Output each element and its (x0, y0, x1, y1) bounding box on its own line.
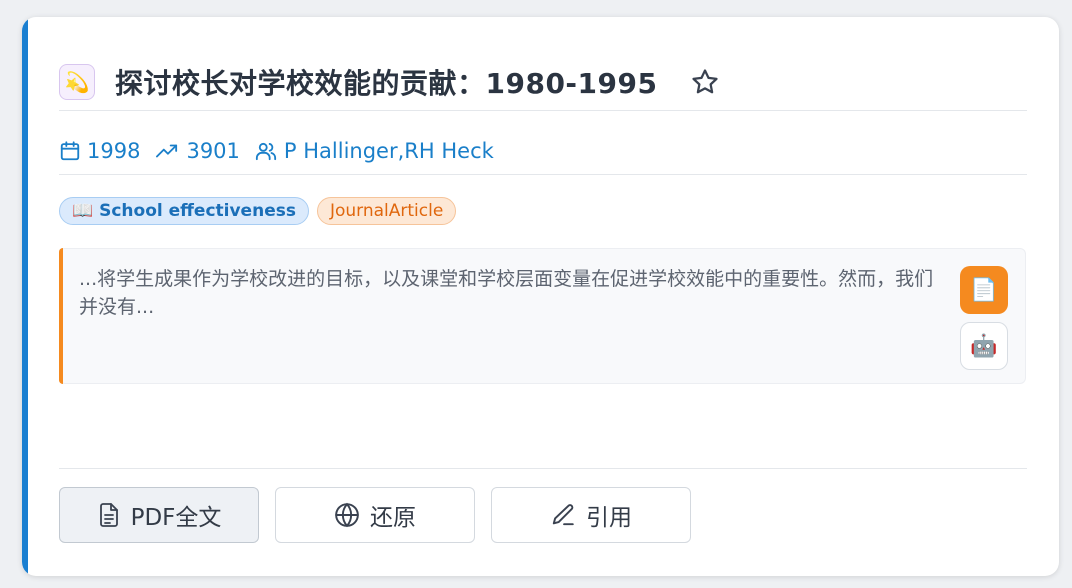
paper-title[interactable]: 探讨校长对学校效能的贡献：1980-1995 (115, 62, 657, 102)
pdf-fulltext-button[interactable]: PDF全文 (59, 487, 259, 543)
action-bar: PDF全文 还原 引用 (59, 487, 707, 543)
restore-label: 还原 (370, 505, 416, 531)
view-document-button[interactable]: 📄 (960, 266, 1008, 314)
author-link[interactable]: RH Heck (404, 139, 493, 163)
type-tag[interactable]: JournalArticle (316, 197, 457, 225)
citations-meta: 3901 (154, 139, 240, 163)
abstract-box: ...将学生成果作为学校改进的目标，以及课堂和学校层面变量在促进学校效能中的重要… (59, 248, 1026, 384)
tags-row: 📖 School effectiveness JournalArticle (59, 197, 457, 225)
file-text-icon (99, 503, 118, 527)
trending-up-icon (156, 144, 178, 158)
title-row: 💫 探讨校长对学校效能的贡献：1980-1995 (59, 53, 1027, 111)
author-link[interactable]: P Hallinger (284, 139, 398, 163)
title-divider (59, 110, 1027, 111)
cite-label: 引用 (586, 505, 632, 531)
meta-divider (59, 174, 1027, 175)
cite-button[interactable]: 引用 (491, 487, 691, 543)
paper-card: 💫 探讨校长对学校效能的贡献：1980-1995 1998 3901 P Hal… (22, 17, 1059, 576)
globe-icon (335, 502, 359, 528)
actions-divider (59, 468, 1027, 469)
abstract-text: ...将学生成果作为学校改进的目标，以及课堂和学校层面变量在促进学校效能中的重要… (79, 268, 934, 318)
favorite-button[interactable] (689, 66, 721, 98)
year-meta: 1998 (59, 139, 140, 163)
meta-row: 1998 3901 P Hallinger, RH Heck (59, 139, 494, 163)
sparkle-icon: 💫 (59, 64, 95, 100)
pencil-icon (552, 504, 574, 526)
ai-assistant-button[interactable]: 🤖 (960, 322, 1008, 370)
topic-tag[interactable]: 📖 School effectiveness (59, 197, 309, 225)
restore-button[interactable]: 还原 (275, 487, 475, 543)
robot-icon: 🤖 (970, 333, 998, 359)
authors-meta: P Hallinger, RH Heck (254, 139, 494, 163)
pdf-fulltext-label: PDF全文 (130, 505, 222, 531)
users-icon (255, 142, 276, 161)
document-icon: 📄 (970, 277, 998, 303)
citations-value: 3901 (186, 139, 240, 163)
year-value: 1998 (87, 139, 141, 163)
star-icon (692, 69, 719, 94)
calendar-icon (60, 141, 80, 161)
card-accent-bar (22, 17, 28, 576)
abstract-accent-bar (59, 248, 63, 384)
author-separator: , (397, 139, 405, 163)
